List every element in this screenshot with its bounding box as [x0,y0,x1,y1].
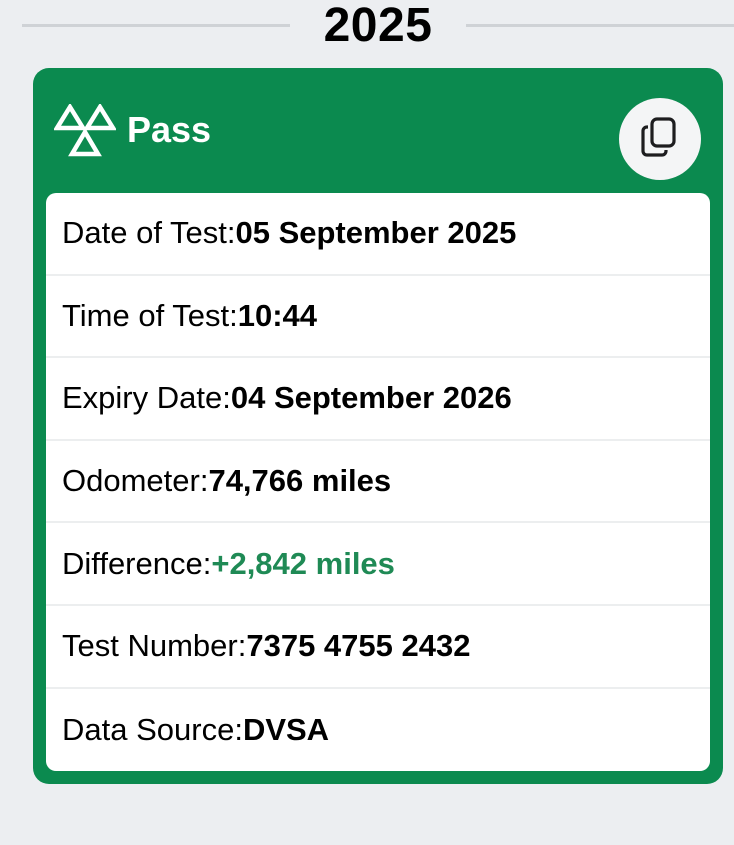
row-test-number: Test Number: 7375 4755 2432 [46,606,710,689]
row-date-of-test: Date of Test: 05 September 2025 [46,193,710,276]
row-value: 10:44 [237,297,318,333]
row-label: Expiry Date: [62,380,231,416]
year-header: 2025 [0,0,734,56]
copy-icon [640,116,680,163]
row-value: 74,766 miles [208,463,392,499]
mot-result-card: Pass Date of Test: 05 September 2025 Tim… [33,68,723,784]
row-label: Odometer: [62,463,209,499]
mot-triangles-icon [52,102,118,158]
test-details-list: Date of Test: 05 September 2025 Time of … [46,193,710,771]
row-label: Data Source: [62,711,243,747]
row-label: Date of Test: [62,215,236,251]
copy-button[interactable] [619,98,701,180]
card-header: Pass [33,68,723,192]
row-label: Difference: [62,545,212,581]
row-difference: Difference: +2,842 miles [46,523,710,606]
row-odometer: Odometer: 74,766 miles [46,441,710,524]
year-divider-right [466,24,734,27]
row-value: DVSA [242,711,330,747]
status-label: Pass [127,109,212,150]
year-divider-left [22,24,290,27]
row-value: 04 September 2026 [230,380,512,416]
year-heading: 2025 [323,0,433,52]
row-data-source: Data Source: DVSA [46,689,710,771]
row-label: Time of Test: [62,297,238,333]
row-value: +2,842 miles [211,545,395,581]
row-time-of-test: Time of Test: 10:44 [46,276,710,359]
row-label: Test Number: [62,628,247,664]
row-value: 05 September 2025 [235,215,517,251]
row-expiry-date: Expiry Date: 04 September 2026 [46,358,710,441]
row-value: 7375 4755 2432 [246,628,471,664]
